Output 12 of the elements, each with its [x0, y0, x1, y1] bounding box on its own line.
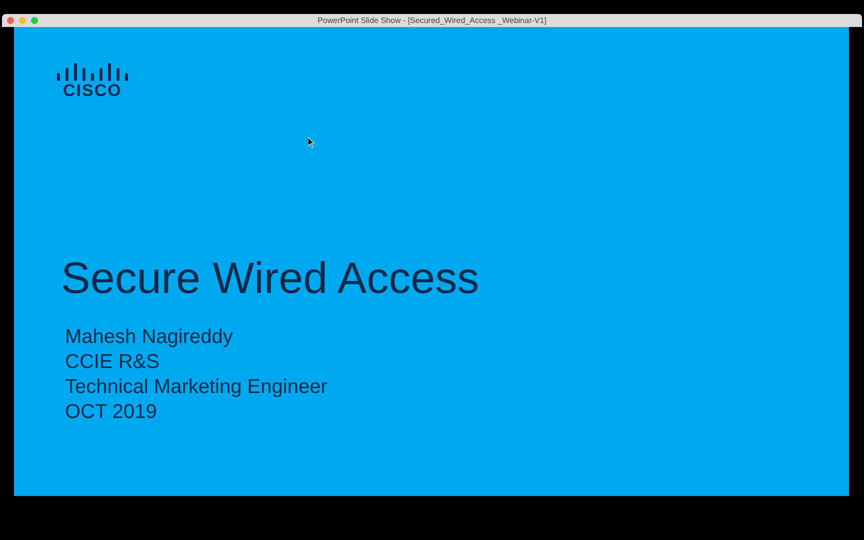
- zoom-button[interactable]: [31, 17, 38, 24]
- subtitle-line: Technical Marketing Engineer: [65, 375, 328, 400]
- subtitle-line: Mahesh Nagireddy: [65, 325, 234, 350]
- logo-text: CISCO: [63, 81, 122, 101]
- cursor-icon: [308, 137, 315, 148]
- slide-title: Secure Wired Access: [61, 253, 480, 305]
- minimize-button[interactable]: [19, 17, 26, 24]
- logo-bars-icon: [57, 63, 131, 81]
- close-button[interactable]: [7, 17, 14, 24]
- window-title: PowerPoint Slide Show - [Secured_Wired_Access _Webinar-V1]: [318, 15, 546, 27]
- subtitle-line: OCT 2019: [65, 400, 158, 425]
- subtitle-line: CCIE R&S: [65, 350, 160, 375]
